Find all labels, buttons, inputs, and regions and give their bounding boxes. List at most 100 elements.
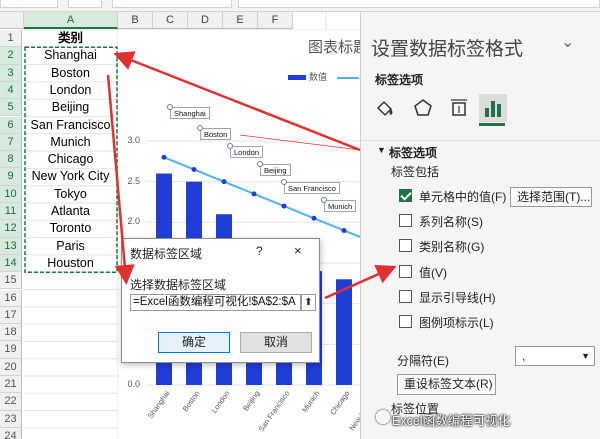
cell-city[interactable]: Tokyo [24, 186, 117, 203]
checkbox-icon[interactable] [399, 239, 412, 252]
column-header-A[interactable]: A [24, 12, 118, 29]
separator-label: 分隔符(E) [397, 354, 449, 368]
row-header-18[interactable]: 18 [0, 324, 22, 342]
checkbox-checked-icon[interactable] [399, 189, 412, 202]
cell-city[interactable]: Munich [24, 134, 117, 151]
data-label[interactable]: Munich [324, 200, 357, 212]
column-header-D[interactable]: D [188, 12, 223, 29]
row-header-7[interactable]: 7 [0, 133, 22, 152]
line-point-6[interactable] [341, 227, 347, 233]
row-header-24[interactable]: 24 [0, 427, 22, 439]
row-header-19[interactable]: 19 [0, 341, 22, 359]
cell-city[interactable]: Atlanta [24, 203, 117, 220]
resize-handle[interactable] [281, 179, 287, 185]
cell-header[interactable]: 类别 [24, 30, 117, 47]
data-label[interactable]: San Francisco [284, 182, 340, 194]
row-header-16[interactable]: 16 [0, 289, 22, 307]
resize-handle[interactable] [257, 161, 263, 167]
divider [361, 140, 600, 141]
bar-6[interactable] [336, 279, 352, 385]
row-header-8[interactable]: 8 [0, 151, 22, 169]
close-button[interactable]: × [294, 243, 302, 258]
row-header-4[interactable]: 4 [0, 81, 22, 100]
data-label[interactable]: Beijing [260, 164, 291, 176]
data-label[interactable]: Shanghai [170, 107, 210, 119]
row-header-5[interactable]: 5 [0, 99, 22, 117]
cancel-button[interactable]: 取消 [240, 332, 312, 353]
size-properties-icon[interactable] [445, 94, 473, 122]
cell-city[interactable]: London [24, 82, 117, 99]
cell-city[interactable]: New York City [24, 168, 117, 185]
separator-select[interactable]: , ▼ [515, 346, 595, 366]
row-header-2[interactable]: 2 [0, 47, 22, 65]
section-title[interactable]: 标签选项 [389, 144, 437, 161]
row-header-23[interactable]: 23 [0, 410, 22, 428]
formula-buttons[interactable] [68, 0, 102, 8]
column-header-B[interactable]: B [118, 12, 153, 29]
cell-city[interactable]: Toronto [24, 220, 117, 237]
row-header-3[interactable]: 3 [0, 64, 22, 82]
chevron-down-icon[interactable]: ⌄ [561, 32, 574, 52]
chart-area[interactable]: 图表标题 数值 0.00.51.01.52.02.53.0 ShanghaiBo… [118, 30, 381, 439]
help-button[interactable]: ? [256, 244, 263, 258]
row-header-10[interactable]: 10 [0, 185, 22, 203]
line-point-0[interactable] [161, 154, 167, 160]
cell-city[interactable]: Paris [24, 238, 117, 255]
row-header-11[interactable]: 11 [0, 203, 22, 221]
caret-down-icon[interactable]: ▼ [377, 145, 386, 155]
active-tab-indicator [479, 123, 505, 126]
fill-line-icon[interactable] [371, 94, 399, 122]
row-header-9[interactable]: 9 [0, 168, 22, 186]
option-label: 显示引导线(H) [419, 291, 496, 305]
formula-input[interactable] [112, 0, 232, 8]
resize-handle[interactable] [227, 143, 233, 149]
cell-city[interactable]: Chicago [24, 151, 117, 168]
row-header-22[interactable]: 22 [0, 393, 22, 411]
bar-chart-icon[interactable] [479, 94, 507, 122]
row-header-13[interactable]: 13 [0, 237, 22, 255]
select-all-corner[interactable] [0, 12, 24, 29]
name-box[interactable] [0, 0, 58, 8]
row-header-12[interactable]: 12 [0, 220, 22, 238]
resize-handle[interactable] [321, 197, 327, 203]
row-header-21[interactable]: 21 [0, 376, 22, 394]
y-tick-label: 2.5 [127, 175, 140, 186]
select-range-button[interactable]: 选择范围(T)... [510, 187, 592, 207]
plot-area[interactable] [118, 30, 360, 439]
line-point-2[interactable] [221, 179, 227, 185]
reset-label-text-button[interactable]: 重设标签文本(R) [397, 374, 496, 395]
row-header-14[interactable]: 14 [0, 254, 22, 273]
cell-city[interactable]: Shanghai [24, 47, 117, 64]
ok-button[interactable]: 确定 [158, 332, 230, 353]
y-tick-label: 0.0 [127, 379, 140, 389]
cell-city[interactable]: Beijing [24, 99, 117, 116]
line-point-5[interactable] [311, 215, 317, 221]
row-header-6[interactable]: 6 [0, 116, 22, 134]
range-input[interactable]: =Excel函数编程可视化!$A$2:$A [130, 294, 301, 311]
column-header-C[interactable]: C [153, 12, 188, 29]
resize-handle[interactable] [197, 125, 203, 131]
cell-city[interactable]: Houston [24, 255, 117, 272]
checkbox-icon[interactable] [399, 214, 412, 227]
column-header-F[interactable]: F [258, 12, 293, 29]
column-header-E[interactable]: E [223, 12, 258, 29]
formula-input-extended[interactable] [238, 0, 600, 8]
cell-city[interactable]: Boston [24, 65, 117, 82]
data-label[interactable]: Boston [200, 128, 232, 140]
checkbox-icon[interactable] [399, 315, 412, 328]
cell-city[interactable]: San Francisco [24, 117, 117, 134]
effects-icon[interactable] [409, 94, 437, 122]
line-point-1[interactable] [191, 166, 197, 172]
row-header-20[interactable]: 20 [0, 358, 22, 376]
line-point-3[interactable] [251, 191, 257, 197]
resize-handle[interactable] [167, 104, 173, 110]
checkbox-icon[interactable] [399, 290, 412, 303]
checkbox-icon[interactable] [399, 265, 412, 278]
row-header-1[interactable]: 1 [0, 30, 22, 48]
row-header-15[interactable]: 15 [0, 272, 22, 290]
label-options-tab[interactable]: 标签选项 [375, 71, 423, 88]
line-point-4[interactable] [281, 203, 287, 209]
collapse-dialog-button[interactable]: ⬆ [301, 294, 316, 311]
row-header-17[interactable]: 17 [0, 306, 22, 325]
data-label[interactable]: London [230, 146, 264, 158]
